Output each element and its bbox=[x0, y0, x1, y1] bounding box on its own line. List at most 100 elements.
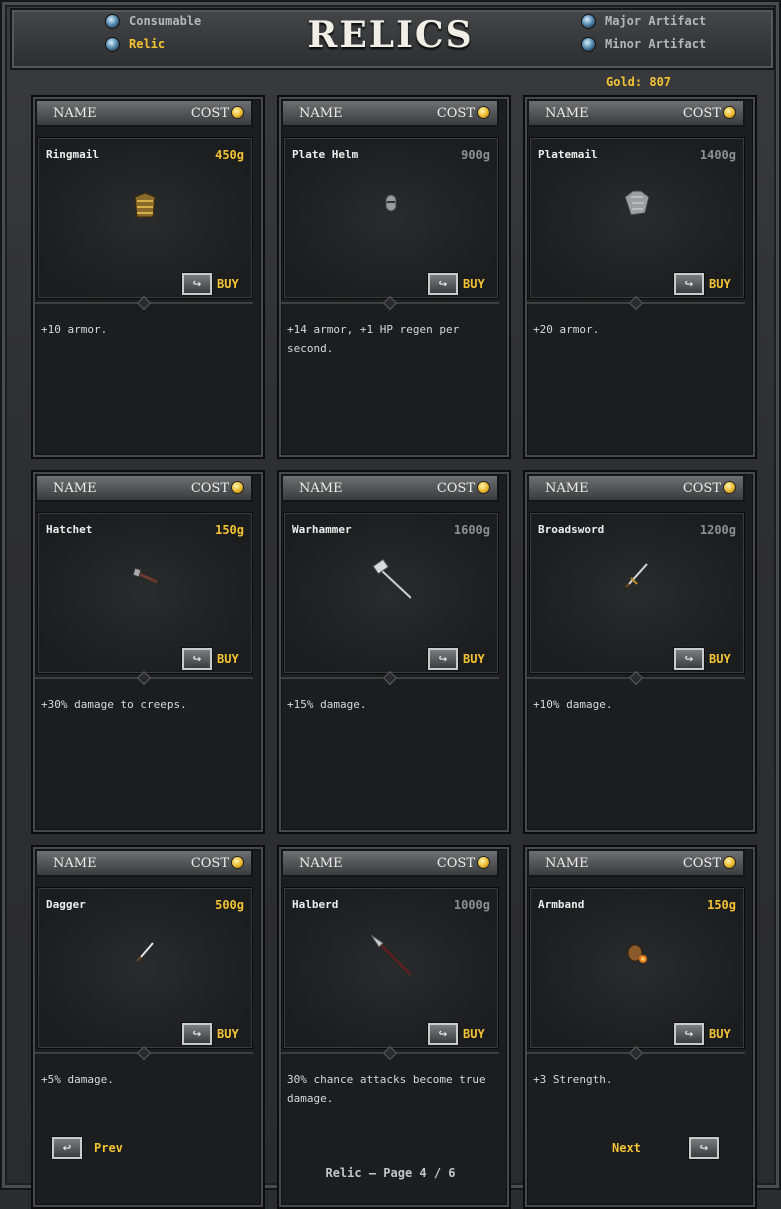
buy-label: BUY bbox=[709, 1027, 731, 1041]
arrow-right-icon: ↪ bbox=[182, 1023, 212, 1045]
buy-button[interactable]: ↪ BUY bbox=[182, 273, 239, 295]
armband-icon bbox=[617, 933, 657, 983]
item-name: Dagger bbox=[46, 898, 86, 911]
item-name: Plate Helm bbox=[292, 148, 359, 161]
item-cost: 1000g bbox=[453, 898, 490, 912]
buy-button[interactable]: ↪ BUY bbox=[674, 648, 731, 670]
item-preview: Halberd 1000g ↪ BUY bbox=[283, 887, 499, 1049]
gold-counter: Gold: 807 bbox=[606, 75, 672, 89]
tab-label: Minor Artifact bbox=[605, 37, 707, 51]
buy-button[interactable]: ↪ BUY bbox=[428, 1023, 485, 1045]
buy-label: BUY bbox=[709, 277, 731, 291]
item-preview: Platemail 1400g ↪ BUY bbox=[529, 137, 745, 299]
cost-column-header: COST bbox=[683, 106, 735, 121]
coin-icon bbox=[724, 106, 735, 118]
prev-page-button[interactable]: ↩ Prev bbox=[52, 1137, 123, 1159]
item-cost: 450g bbox=[215, 148, 244, 162]
item-name: Ringmail bbox=[46, 148, 99, 161]
plate-helm-icon bbox=[371, 183, 411, 233]
cost-column-header: COST bbox=[683, 481, 735, 496]
tab-relic[interactable]: Relic bbox=[106, 37, 165, 51]
coin-icon bbox=[724, 856, 735, 868]
arrow-right-icon: ↪ bbox=[674, 1023, 704, 1045]
tab-label: Major Artifact bbox=[605, 14, 707, 28]
arrow-right-icon: ↪ bbox=[428, 273, 458, 295]
card-header: NAME COST bbox=[281, 849, 499, 877]
divider bbox=[35, 1052, 253, 1054]
item-preview: Dagger 500g ↪ BUY bbox=[37, 887, 253, 1049]
name-column-header: NAME bbox=[545, 480, 589, 496]
item-preview: Broadsword 1200g ↪ BUY bbox=[529, 512, 745, 674]
orb-icon bbox=[106, 37, 119, 51]
item-name: Hatchet bbox=[46, 523, 93, 536]
item-cost: 1200g bbox=[699, 523, 736, 537]
tab-consumable[interactable]: Consumable bbox=[106, 14, 201, 28]
orb-icon bbox=[582, 14, 595, 28]
warhammer-icon bbox=[371, 558, 412, 608]
item-description: 30% chance attacks become true damage. bbox=[287, 1073, 486, 1105]
item-name: Halberd bbox=[292, 898, 339, 911]
item-card: NAME COST Plate Helm 900g ↪ BUY +14 armor, +1 … bbox=[277, 95, 511, 459]
tab-major-artifact[interactable]: Major Artifact bbox=[582, 14, 706, 28]
buy-label: BUY bbox=[463, 1027, 485, 1041]
coin-icon bbox=[478, 856, 489, 868]
item-description: +5% damage. bbox=[41, 1073, 114, 1086]
cost-column-header: COST bbox=[683, 856, 735, 871]
card-header: NAME COST bbox=[281, 474, 499, 502]
item-name: Platemail bbox=[538, 148, 598, 161]
item-cost: 500g bbox=[215, 898, 244, 912]
item-description: +3 Strength. bbox=[533, 1073, 613, 1086]
item-card: NAME COST Ringmail 450g ↪ BUY +10 armor. bbox=[31, 95, 265, 459]
divider bbox=[35, 302, 253, 304]
cost-column-header: COST bbox=[437, 481, 489, 496]
item-preview: Armband 150g ↪ BUY bbox=[529, 887, 745, 1049]
next-page-button[interactable]: Next ↪ bbox=[612, 1137, 719, 1159]
card-header: NAME COST bbox=[35, 849, 253, 877]
divider bbox=[35, 677, 253, 679]
item-preview: Plate Helm 900g ↪ BUY bbox=[283, 137, 499, 299]
item-name: Broadsword bbox=[538, 523, 605, 536]
name-column-header: NAME bbox=[299, 855, 343, 871]
item-name: Armband bbox=[538, 898, 585, 911]
coin-icon bbox=[724, 481, 735, 493]
buy-label: BUY bbox=[217, 277, 239, 291]
divider bbox=[527, 302, 745, 304]
divider bbox=[281, 302, 499, 304]
buy-button[interactable]: ↪ BUY bbox=[182, 648, 239, 670]
buy-button[interactable]: ↪ BUY bbox=[182, 1023, 239, 1045]
item-preview: Warhammer 1600g ↪ BUY bbox=[283, 512, 499, 674]
prev-label: Prev bbox=[94, 1141, 123, 1155]
arrow-left-icon: ↩ bbox=[52, 1137, 82, 1159]
buy-label: BUY bbox=[463, 652, 485, 666]
divider bbox=[527, 677, 745, 679]
page-indicator: Relic — Page 4 / 6 bbox=[325, 1166, 456, 1180]
divider bbox=[281, 1052, 499, 1054]
buy-button[interactable]: ↪ BUY bbox=[428, 273, 485, 295]
coin-icon bbox=[478, 106, 489, 118]
item-description: +20 armor. bbox=[533, 323, 600, 336]
tab-minor-artifact[interactable]: Minor Artifact bbox=[582, 37, 706, 51]
arrow-right-icon: ↪ bbox=[428, 1023, 458, 1045]
buy-button[interactable]: ↪ BUY bbox=[674, 1023, 731, 1045]
buy-button[interactable]: ↪ BUY bbox=[428, 648, 485, 670]
name-column-header: NAME bbox=[545, 105, 589, 121]
item-description: +10 armor. bbox=[41, 323, 108, 336]
item-name: Warhammer bbox=[292, 523, 352, 536]
cost-column-header: COST bbox=[191, 481, 243, 496]
divider bbox=[281, 677, 499, 679]
halberd-icon bbox=[370, 933, 416, 983]
item-preview: Hatchet 150g ↪ BUY bbox=[37, 512, 253, 674]
card-header: NAME COST bbox=[35, 99, 253, 127]
name-column-header: NAME bbox=[53, 855, 97, 871]
buy-button[interactable]: ↪ BUY bbox=[674, 273, 731, 295]
item-cost: 1600g bbox=[453, 523, 490, 537]
cost-column-header: COST bbox=[191, 856, 243, 871]
coin-icon bbox=[478, 481, 489, 493]
orb-icon bbox=[582, 37, 595, 51]
card-header: NAME COST bbox=[281, 99, 499, 127]
buy-label: BUY bbox=[709, 652, 731, 666]
broadsword-icon bbox=[617, 558, 657, 608]
hatchet-icon bbox=[125, 558, 165, 608]
item-cost: 150g bbox=[215, 523, 244, 537]
dagger-icon bbox=[125, 933, 165, 983]
